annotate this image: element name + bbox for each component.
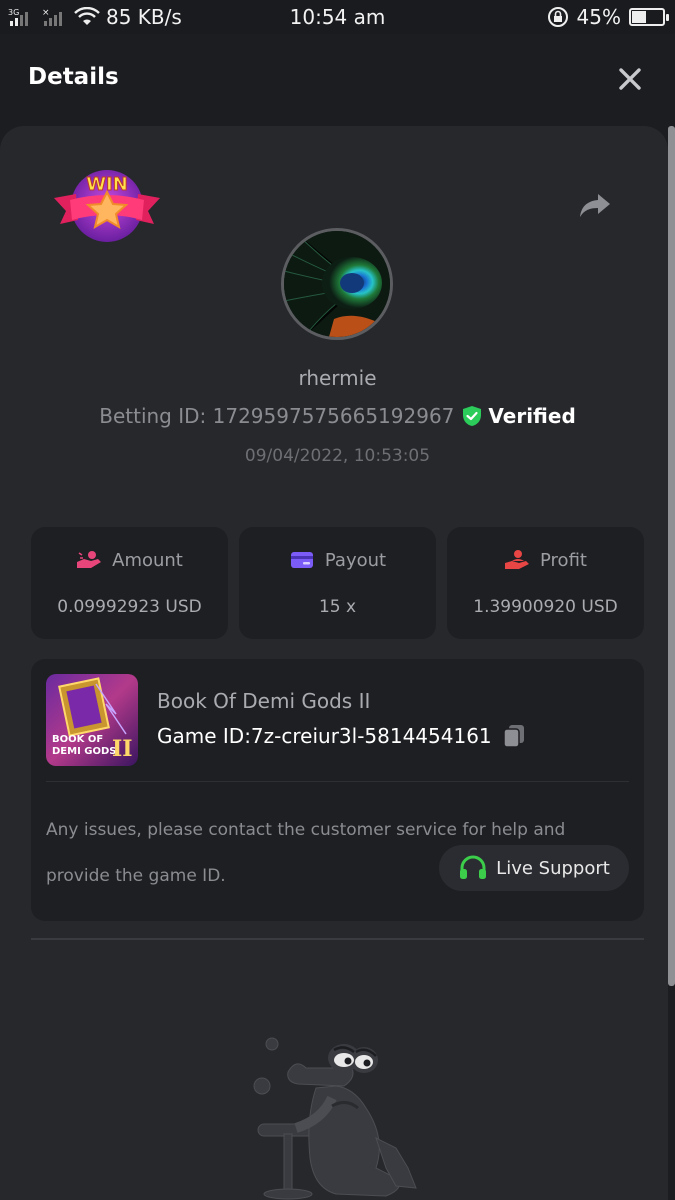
avatar [281, 228, 393, 340]
status-bar: 3G × 85 KB/s 10:54 am 45% [0, 0, 675, 34]
game-id: Game ID:7z-creiur3l-5814454161 [157, 724, 492, 748]
stat-profit-label: Profit [540, 549, 587, 571]
close-icon[interactable] [615, 64, 645, 94]
copy-icon[interactable] [502, 723, 526, 749]
win-text: WIN [86, 174, 128, 195]
status-right: 45% [547, 5, 669, 29]
share-icon[interactable] [578, 190, 612, 220]
stat-payout: Payout 15 x [239, 527, 436, 639]
bet-datetime: 09/04/2022, 10:53:05 [244, 446, 431, 466]
betting-id-row: Betting ID: 1729597575665192967 Verified [0, 404, 675, 428]
game-thumbnail-image: BOOK OF DEMI GODS II [46, 674, 138, 766]
header: Details [0, 34, 675, 126]
stat-amount-head: Amount [31, 549, 228, 571]
live-support-label: Live Support [496, 857, 610, 879]
stat-amount: Amount 0.09992923 USD [31, 527, 228, 639]
stat-profit-head: Profit [447, 549, 644, 571]
peacock-feather-image [284, 231, 390, 337]
verified-badge: Verified [462, 404, 576, 428]
win-badge-icon: WIN [54, 170, 160, 242]
stat-payout-label: Payout [324, 549, 387, 571]
section-divider [31, 938, 644, 940]
crocodile-mascot-icon [253, 1037, 417, 1200]
game-id-row: Game ID:7z-creiur3l-5814454161 [157, 723, 526, 749]
live-support-button[interactable]: Live Support [439, 845, 629, 891]
stat-profit-value: 1.39900920 USD [473, 597, 618, 617]
game-box-divider [46, 781, 629, 782]
headset-icon [460, 855, 487, 879]
scrollbar[interactable] [668, 126, 675, 986]
rotation-lock-icon [547, 7, 568, 27]
stat-payout-value: 15 x [318, 597, 357, 617]
battery-percent: 45% [576, 5, 621, 29]
stat-amount-label: Amount [112, 549, 183, 571]
hand-coin-icon [77, 551, 102, 568]
verified-label: Verified [488, 404, 576, 428]
stat-payout-head: Payout [239, 549, 436, 571]
username: rhermie [298, 366, 377, 390]
betting-id: Betting ID: 1729597575665192967 [99, 404, 455, 428]
page-title: Details [28, 64, 119, 90]
hand-user-icon [505, 550, 530, 569]
game-name: Book Of Demi Gods II [157, 689, 371, 713]
game-thumbnail[interactable]: BOOK OF DEMI GODS II [46, 674, 138, 766]
stat-profit: Profit 1.39900920 USD [447, 527, 644, 639]
battery-icon [629, 8, 669, 26]
shield-check-icon [463, 406, 482, 426]
card-icon [290, 552, 313, 568]
stat-amount-value: 0.09992923 USD [57, 597, 202, 617]
thumb-text-1: BOOK OF [52, 734, 103, 745]
thumb-text-2: DEMI GODS [52, 746, 117, 757]
game-info-box: BOOK OF DEMI GODS II Book Of Demi Gods I… [31, 659, 644, 921]
thumb-text-3: II [112, 736, 133, 762]
